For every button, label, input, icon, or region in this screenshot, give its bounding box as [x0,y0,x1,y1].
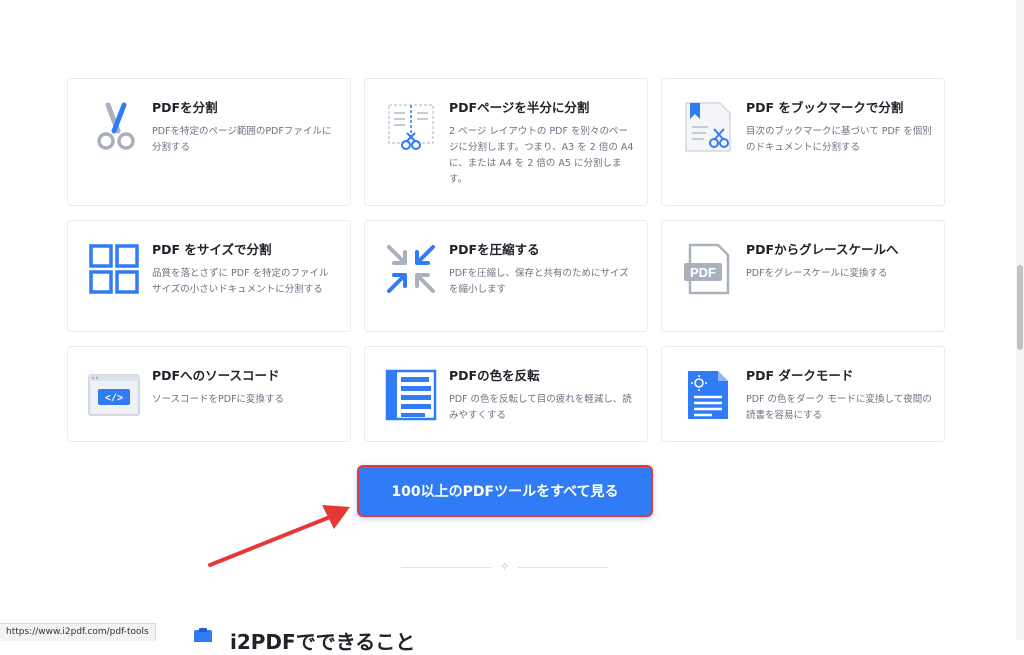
tool-card-source-code[interactable]: </> PDFへのソースコード ソースコードをPDFに変換する [67,346,351,442]
tool-card-split-pdf[interactable]: PDFを分割 PDFを特定のページ範囲のPDFファイルに分割する [67,78,351,206]
tool-title: PDF ダークモード [746,368,854,383]
tool-description: 品質を落とさずに PDF を特定のファイル サイズの小さいドキュメントに分割する [152,268,329,295]
tool-title: PDFページを半分に分割 [449,100,590,115]
tool-title: PDF をサイズで分割 [152,242,272,257]
tool-title: PDFからグレースケールへ [746,242,899,257]
tool-description: PDFを特定のページ範囲のPDFファイルに分割する [152,126,332,153]
tool-card-split-bookmark[interactable]: PDF をブックマークで分割 目次のブックマークに基づいて PDF を個別のドキ… [661,78,945,206]
scrollbar-thumb[interactable] [1017,265,1023,350]
scissors-icon [97,102,135,150]
tool-description: 目次のブックマークに基づいて PDF を個別のドキュメントに分割する [746,126,932,153]
tool-description: ソースコードをPDFに変換する [152,394,285,405]
tool-title: PDFを圧縮する [449,242,540,257]
grid-icon [89,244,139,294]
tool-title: PDF をブックマークで分割 [746,100,904,115]
pdf-grayscale-icon: PDF [684,243,730,295]
split-page-half-icon [388,104,434,150]
tool-description: PDF の色を反転して目の疲れを軽減し、読みやすくする [449,394,632,421]
svg-text:PDF: PDF [690,265,716,280]
tool-description: PDFを圧縮し、保存と共有のためにサイズを縮小します [449,268,629,295]
tool-description: PDFをグレースケールに変換する [746,268,888,279]
dark-mode-icon [688,371,728,419]
tool-description: PDF の色をダーク モードに変換して夜間の読書を容易にする [746,394,932,421]
tool-card-dark-mode[interactable]: PDF ダークモード PDF の色をダーク モードに変換して夜間の読書を容易にす… [661,346,945,442]
tool-description: 2 ページ レイアウトの PDF を別々のページに分割します。つまり、A3 を … [449,126,634,185]
tool-card-split-size[interactable]: PDF をサイズで分割 品質を落とさずに PDF を特定のファイル サイズの小さ… [67,220,351,332]
compress-arrows-icon [387,245,435,293]
invert-color-icon [385,369,437,421]
tool-card-invert-color[interactable]: PDFの色を反転 PDF の色を反転して目の疲れを軽減し、読みやすくする [364,346,648,442]
divider-diamond-icon: ✧ [500,560,510,573]
tool-title: PDFへのソースコード [152,368,280,383]
tool-card-grayscale[interactable]: PDF PDFからグレースケールへ PDFをグレースケールに変換する [661,220,945,332]
section-divider-right [518,567,608,568]
annotation-arrow-icon [208,505,350,567]
section-divider-left [401,567,491,568]
svg-text:</>: </> [105,393,123,405]
tool-card-compress[interactable]: PDFを圧縮する PDFを圧縮し、保存と共有のためにサイズを縮小します [364,220,648,332]
scrollbar[interactable] [1016,0,1024,640]
source-code-icon: </> [88,374,140,416]
tool-card-split-page-half[interactable]: PDFページを半分に分割 2 ページ レイアウトの PDF を別々のページに分割… [364,78,648,206]
tool-title: PDFの色を反転 [449,368,540,383]
section-heading: i2PDFでできること [230,630,416,654]
tool-title: PDFを分割 [152,100,218,115]
status-bar-url: https://www.i2pdf.com/pdf-tools [0,623,156,641]
view-all-tools-button[interactable]: 100以上のPDFツールをすべて見る [357,465,653,517]
bookmark-split-icon [685,102,731,152]
